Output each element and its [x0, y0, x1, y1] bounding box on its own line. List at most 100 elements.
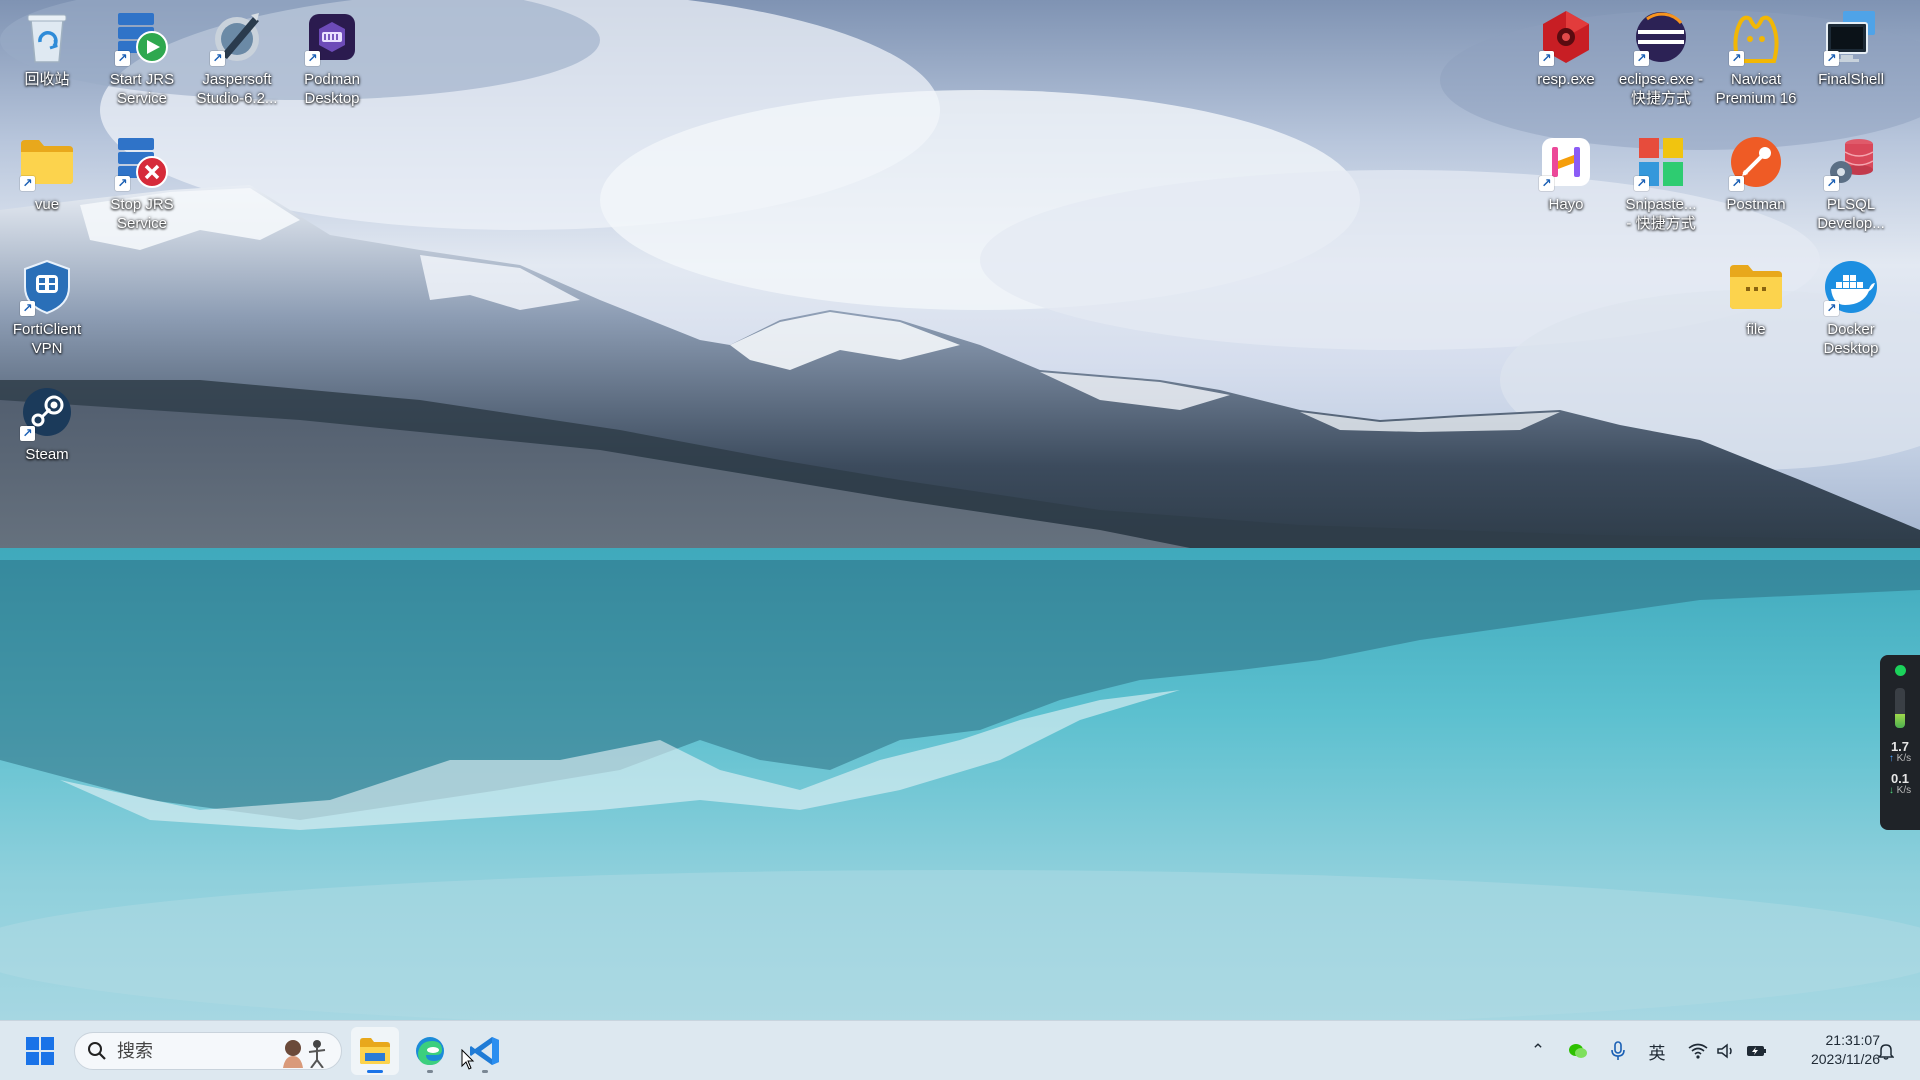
desktop-icon-label: Steam [25, 446, 69, 463]
desktop-icon-label: Docker Desktop [1823, 321, 1879, 357]
shortcut-arrow-icon: ↗ [1729, 51, 1744, 66]
desktop-icon-recycle-bin[interactable]: 回收站 [0, 8, 95, 89]
folder-icon: ↗ [18, 133, 76, 191]
shortcut-arrow-icon: ↗ [1539, 176, 1554, 191]
server-play-icon: ↗ [113, 8, 171, 66]
tray-microphone[interactable] [1606, 1039, 1630, 1063]
desktop-icon-finalshell[interactable]: ↗ FinalShell [1803, 8, 1899, 89]
desktop-icon-label: Jaspersoft Studio-6.2... [196, 71, 278, 107]
desktop-icon-label: PLSQL Develop... [1817, 196, 1885, 232]
desktop-icon-steam[interactable]: ↗ Steam [0, 383, 95, 464]
desktop-icon-label: FortiClient VPN [12, 321, 82, 357]
taskbar-edge[interactable] [406, 1027, 454, 1075]
tray-wechat[interactable] [1566, 1039, 1590, 1063]
desktop-icon-eclipse[interactable]: ↗ eclipse.exe - 快捷方式 [1613, 8, 1709, 108]
clock-time: 21:31:07 [1825, 1032, 1881, 1048]
shortcut-arrow-icon: ↗ [1824, 301, 1839, 316]
desktop-icon-label: FinalShell [1818, 71, 1884, 88]
shortcut-arrow-icon: ↗ [1729, 176, 1744, 191]
microphone-icon [1611, 1041, 1625, 1060]
desktop-icon-label: file [1746, 321, 1766, 338]
shortcut-arrow-icon: ↗ [20, 301, 35, 316]
shortcut-arrow-icon: ↗ [305, 51, 320, 66]
upload-speed-value: 1.7 [1890, 739, 1910, 754]
taskbar: ⌃ 英 21:31:07 2023/11/26 [0, 1020, 1920, 1080]
status-dot [1894, 665, 1906, 676]
show-hidden-icons-button[interactable]: ⌃ [1528, 1039, 1548, 1063]
taskbar-file-explorer[interactable] [351, 1027, 399, 1075]
tray-input-method[interactable]: 英 [1644, 1039, 1670, 1064]
desktop-icon-label: vue [34, 196, 60, 213]
folder-icon [1727, 258, 1785, 316]
wifi-icon [1688, 1043, 1708, 1059]
desktop-icon-snipaste[interactable]: ↗ Snipaste... - 快捷方式 [1613, 133, 1709, 233]
desktop-icon-postman[interactable]: ↗ Postman [1708, 133, 1804, 214]
clock-date: 2023/11/26 [1810, 1051, 1880, 1067]
battery-charging-icon [1747, 1046, 1766, 1056]
desktop-icon-label: Hayo [1548, 196, 1584, 213]
file-explorer-icon [360, 1038, 390, 1064]
jaspersoft-icon: ↗ [208, 8, 266, 66]
desktop-icon-vue[interactable]: ↗ vue [0, 133, 95, 214]
network-speed-widget[interactable]: 1.7 ↑ K/s 0.1 ↓ K/s [1880, 655, 1920, 830]
tray-wifi[interactable] [1686, 1039, 1710, 1063]
search-input[interactable] [117, 1040, 277, 1062]
shortcut-arrow-icon: ↗ [20, 426, 35, 441]
shortcut-arrow-icon: ↗ [210, 51, 225, 66]
shortcut-arrow-icon: ↗ [1539, 51, 1554, 66]
start-button[interactable] [16, 1027, 64, 1075]
taskbar-clock[interactable]: 21:31:07 2023/11/26 [1770, 1031, 1880, 1069]
desktop-icon-jaspersoft-studio[interactable]: ↗ Jaspersoft Studio-6.2... [189, 8, 285, 108]
taskbar-search[interactable] [74, 1032, 342, 1070]
download-arrow-icon: ↓ [1888, 785, 1894, 796]
running-indicator [367, 1070, 383, 1073]
download-speed-value: 0.1 [1890, 771, 1910, 786]
server-stop-icon: ↗ [113, 133, 171, 191]
usage-bar [1895, 688, 1905, 728]
desktop-icon-podman-desktop[interactable]: ↗ Podman Desktop [284, 8, 380, 108]
desktop-icon-hayo[interactable]: ↗ Hayo [1518, 133, 1614, 214]
notifications-button[interactable] [1874, 1039, 1898, 1063]
tray-battery[interactable] [1744, 1039, 1770, 1063]
desktop-icon-navicat[interactable]: ↗ Navicat Premium 16 [1708, 8, 1804, 108]
eclipse-icon: ↗ [1632, 8, 1690, 66]
upload-unit-label: K/s [1896, 753, 1912, 764]
snipaste-icon: ↗ [1632, 133, 1690, 191]
steam-icon: ↗ [18, 383, 76, 441]
upload-speed-unit: ↑ K/s [1889, 753, 1911, 764]
mouse-cursor-icon [461, 1049, 475, 1070]
desktop-icon-plsql-developer[interactable]: ↗ PLSQL Develop... [1803, 133, 1899, 233]
upload-arrow-icon: ↑ [1888, 753, 1894, 764]
plsql-database-icon: ↗ [1822, 133, 1880, 191]
desktop-icon-resp[interactable]: ↗ resp.exe [1518, 8, 1614, 89]
shortcut-arrow-icon: ↗ [1634, 51, 1649, 66]
download-unit-label: K/s [1896, 785, 1912, 796]
desktop-icon-label: Navicat Premium 16 [1715, 71, 1797, 107]
shortcut-arrow-icon: ↗ [115, 176, 130, 191]
desktop-icon-label: Podman Desktop [304, 71, 360, 107]
tray-volume[interactable] [1714, 1039, 1738, 1063]
docker-whale-icon: ↗ [1822, 258, 1880, 316]
desktop-icon-docker-desktop[interactable]: ↗ Docker Desktop [1803, 258, 1899, 358]
running-indicator [427, 1070, 433, 1073]
desktop-icon-label: Postman [1726, 196, 1786, 213]
windows-logo-icon [26, 1037, 54, 1065]
desktop-icon-label: eclipse.exe - 快捷方式 [1618, 71, 1704, 107]
shortcut-arrow-icon: ↗ [115, 51, 130, 66]
usage-bar-fill [1895, 714, 1905, 728]
running-indicator [482, 1070, 488, 1073]
desktop-icon-forticlient-vpn[interactable]: ↗ FortiClient VPN [0, 258, 95, 358]
desktop-icon-label: resp.exe [1537, 71, 1595, 88]
desktop-icon-start-jrs-service[interactable]: ↗ Start JRS Service [94, 8, 190, 108]
shortcut-arrow-icon: ↗ [1824, 51, 1839, 66]
search-icon [88, 1042, 106, 1060]
download-speed-unit: ↓ K/s [1889, 785, 1911, 796]
podman-icon: ↗ [303, 8, 361, 66]
hayo-icon: ↗ [1537, 133, 1595, 191]
desktop-icon-label: Snipaste... - 快捷方式 [1625, 196, 1697, 232]
desktop-icon-stop-jrs-service[interactable]: ↗ Stop JRS Service [94, 133, 190, 233]
desktop-icon-file[interactable]: file [1708, 258, 1804, 339]
shortcut-arrow-icon: ↗ [20, 176, 35, 191]
chevron-up-icon: ⌃ [1530, 1041, 1546, 1060]
speaker-icon [1717, 1043, 1732, 1059]
